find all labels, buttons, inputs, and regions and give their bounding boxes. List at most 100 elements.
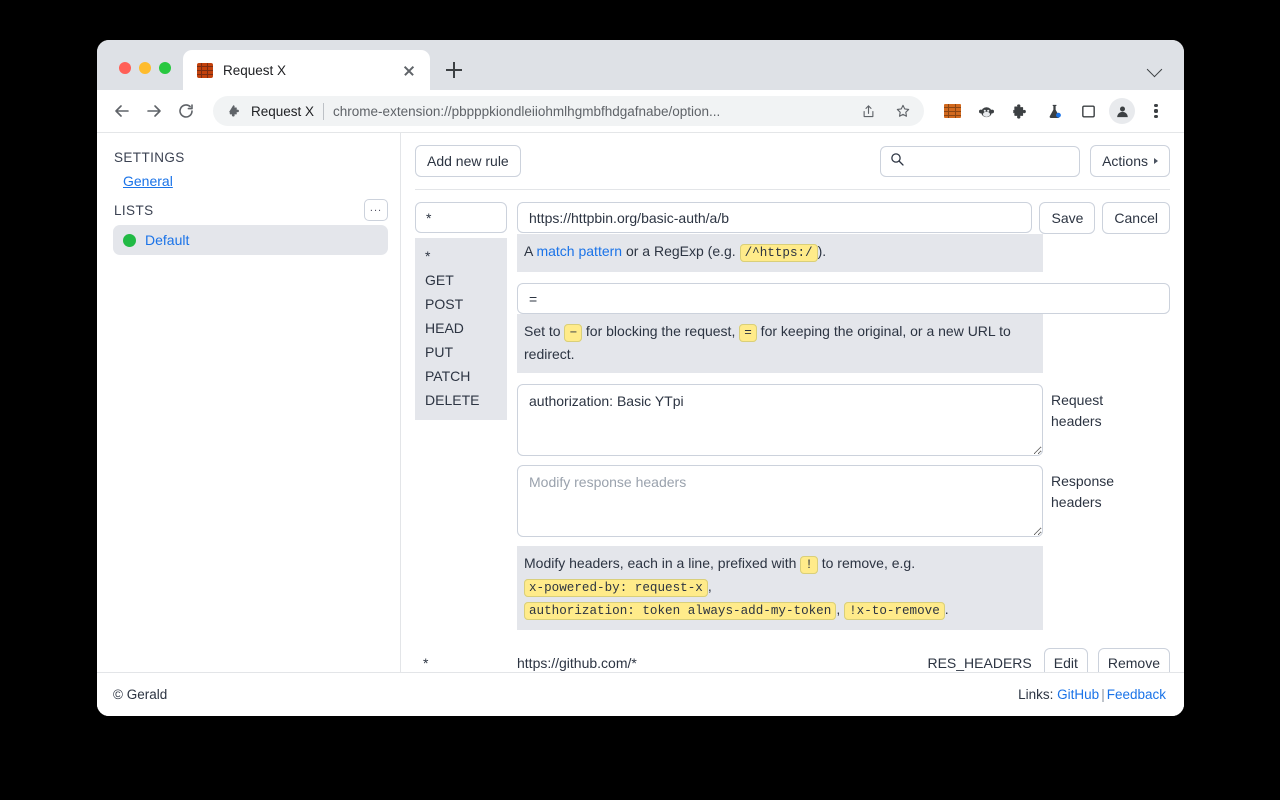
- sidebar-item-general[interactable]: General: [113, 169, 388, 193]
- flask-lab-icon[interactable]: [1040, 97, 1068, 125]
- sidebar-item-label: Default: [145, 232, 190, 248]
- method-list-item[interactable]: *: [415, 244, 507, 268]
- fields-column: Save Cancel A match pattern or a RegExp …: [517, 202, 1170, 630]
- star-icon[interactable]: [890, 98, 916, 124]
- page-body: SETTINGS General LISTS ... Default Add n…: [97, 133, 1184, 672]
- brick-wall-icon: [197, 62, 213, 78]
- close-window-button[interactable]: [119, 62, 131, 74]
- add-new-rule-button[interactable]: Add new rule: [415, 145, 521, 177]
- footer-links: Links: GitHub | Feedback: [1018, 687, 1166, 702]
- method-list-item[interactable]: PATCH: [415, 364, 507, 388]
- address-bar-extension-name: Request X: [251, 103, 315, 119]
- toolbar-divider: [415, 189, 1170, 190]
- target-url-row: [517, 283, 1170, 314]
- address-bar[interactable]: Request X chrome-extension://pbpppkiondl…: [213, 96, 924, 126]
- cancel-button[interactable]: Cancel: [1102, 202, 1170, 234]
- minimize-window-button[interactable]: [139, 62, 151, 74]
- brick-wall-extension-icon[interactable]: [938, 97, 966, 125]
- method-list: * GET POST HEAD PUT PATCH DELETE: [415, 238, 507, 420]
- address-bar-url: chrome-extension://pbpppkiondleiiohmlhgm…: [333, 103, 721, 119]
- rule-url: https://github.com/*: [517, 655, 637, 671]
- search-box[interactable]: [880, 145, 1081, 177]
- github-link[interactable]: GitHub: [1057, 687, 1099, 702]
- extension-options-page: SETTINGS General LISTS ... Default Add n…: [97, 132, 1184, 716]
- request-headers-label: Request headers: [1051, 392, 1104, 429]
- url-pattern-hint: A match pattern or a RegExp (e.g. /^http…: [517, 234, 1043, 272]
- copyright-text: © Gerald: [113, 687, 168, 702]
- search-input[interactable]: [905, 152, 1072, 170]
- hint-code: authorization: token always-add-my-token: [524, 602, 837, 620]
- target-url-hint: Set to − for blocking the request, = for…: [517, 314, 1043, 373]
- profile-avatar-icon[interactable]: [1108, 97, 1136, 125]
- browser-tab[interactable]: Request X: [183, 50, 430, 90]
- request-headers-textarea[interactable]: [517, 384, 1043, 456]
- plus-icon[interactable]: [440, 56, 468, 84]
- lists-more-button[interactable]: ...: [364, 199, 388, 221]
- hint-text: ,: [836, 601, 845, 617]
- hint-text: ).: [817, 243, 827, 259]
- sidebar: SETTINGS General LISTS ... Default: [97, 133, 401, 672]
- footer-links-label: Links:: [1018, 687, 1054, 702]
- actions-button-label: Actions: [1102, 153, 1148, 169]
- target-url-input[interactable]: [517, 283, 1170, 314]
- tab-strip: Request X: [97, 40, 1184, 90]
- method-input[interactable]: [415, 202, 507, 233]
- hint-text: .: [944, 601, 949, 617]
- remove-rule-button[interactable]: Remove: [1097, 648, 1170, 672]
- hint-code: x-powered-by: request-x: [524, 579, 708, 597]
- method-list-item[interactable]: GET: [415, 268, 507, 292]
- side-panel-icon[interactable]: [1074, 97, 1102, 125]
- sidebar-item-default-list[interactable]: Default: [113, 225, 388, 255]
- tab-title: Request X: [223, 62, 287, 78]
- method-column: * GET POST HEAD PUT PATCH DELETE: [415, 202, 507, 436]
- method-list-item[interactable]: DELETE: [415, 388, 507, 412]
- hint-code: !x-to-remove: [844, 602, 945, 620]
- method-list-item[interactable]: POST: [415, 292, 507, 316]
- rule-editor: * GET POST HEAD PUT PATCH DELETE: [415, 202, 1170, 630]
- chevron-down-icon[interactable]: [1144, 58, 1166, 80]
- response-headers-row: Response headers: [517, 465, 1170, 537]
- caret-right-icon: [1154, 158, 1158, 164]
- url-pattern-input[interactable]: [517, 202, 1033, 233]
- hint-text: or a RegExp (e.g.: [622, 243, 740, 259]
- method-list-item[interactable]: HEAD: [415, 316, 507, 340]
- table-row[interactable]: * https://github.com/* RES_HEADERS Edit …: [415, 648, 1170, 672]
- footer-separator: |: [1101, 687, 1105, 702]
- sidebar-heading-lists: LISTS ...: [113, 199, 388, 221]
- main-content: Add new rule Actions * * GET POST HEAD P…: [401, 133, 1184, 672]
- share-icon[interactable]: [855, 98, 881, 124]
- match-pattern-link[interactable]: match pattern: [536, 243, 622, 259]
- address-bar-divider: [323, 102, 325, 120]
- list-status-dot-icon: [123, 233, 136, 247]
- browser-toolbar: Request X chrome-extension://pbpppkiondl…: [97, 90, 1184, 132]
- request-headers-row: Request headers: [517, 384, 1170, 456]
- page-footer: © Gerald Links: GitHub | Feedback: [97, 672, 1184, 716]
- rule-method: *: [423, 655, 429, 671]
- sidebar-heading-settings: SETTINGS: [114, 150, 185, 165]
- response-headers-textarea[interactable]: [517, 465, 1043, 537]
- feedback-link[interactable]: Feedback: [1107, 687, 1166, 702]
- hint-text: to remove, e.g.: [817, 555, 916, 571]
- close-icon[interactable]: [398, 59, 420, 81]
- monkey-extension-icon[interactable]: [972, 97, 1000, 125]
- window-controls: [97, 62, 183, 90]
- maximize-window-button[interactable]: [159, 62, 171, 74]
- method-list-item[interactable]: PUT: [415, 340, 507, 364]
- hint-text: Set to: [524, 323, 565, 339]
- hint-text: Modify headers, each in a line, prefixed…: [524, 555, 801, 571]
- headers-hint: Modify headers, each in a line, prefixed…: [517, 546, 1043, 630]
- reload-icon[interactable]: [171, 96, 201, 126]
- hint-text: A: [524, 243, 537, 259]
- save-button[interactable]: Save: [1039, 202, 1096, 234]
- main-toolbar: Add new rule Actions: [415, 145, 1170, 189]
- edit-rule-button[interactable]: Edit: [1043, 648, 1088, 672]
- hint-code: !: [800, 556, 818, 574]
- arrow-right-icon[interactable]: [139, 96, 169, 126]
- rules-list: * https://github.com/* RES_HEADERS Edit …: [415, 648, 1170, 672]
- actions-button[interactable]: Actions: [1090, 145, 1170, 177]
- rule-type-badge: RES_HEADERS: [927, 655, 1032, 671]
- hint-code: −: [564, 324, 583, 342]
- puzzle-piece-icon[interactable]: [1006, 97, 1034, 125]
- three-dot-menu-icon[interactable]: [1142, 97, 1170, 125]
- arrow-left-icon[interactable]: [107, 96, 137, 126]
